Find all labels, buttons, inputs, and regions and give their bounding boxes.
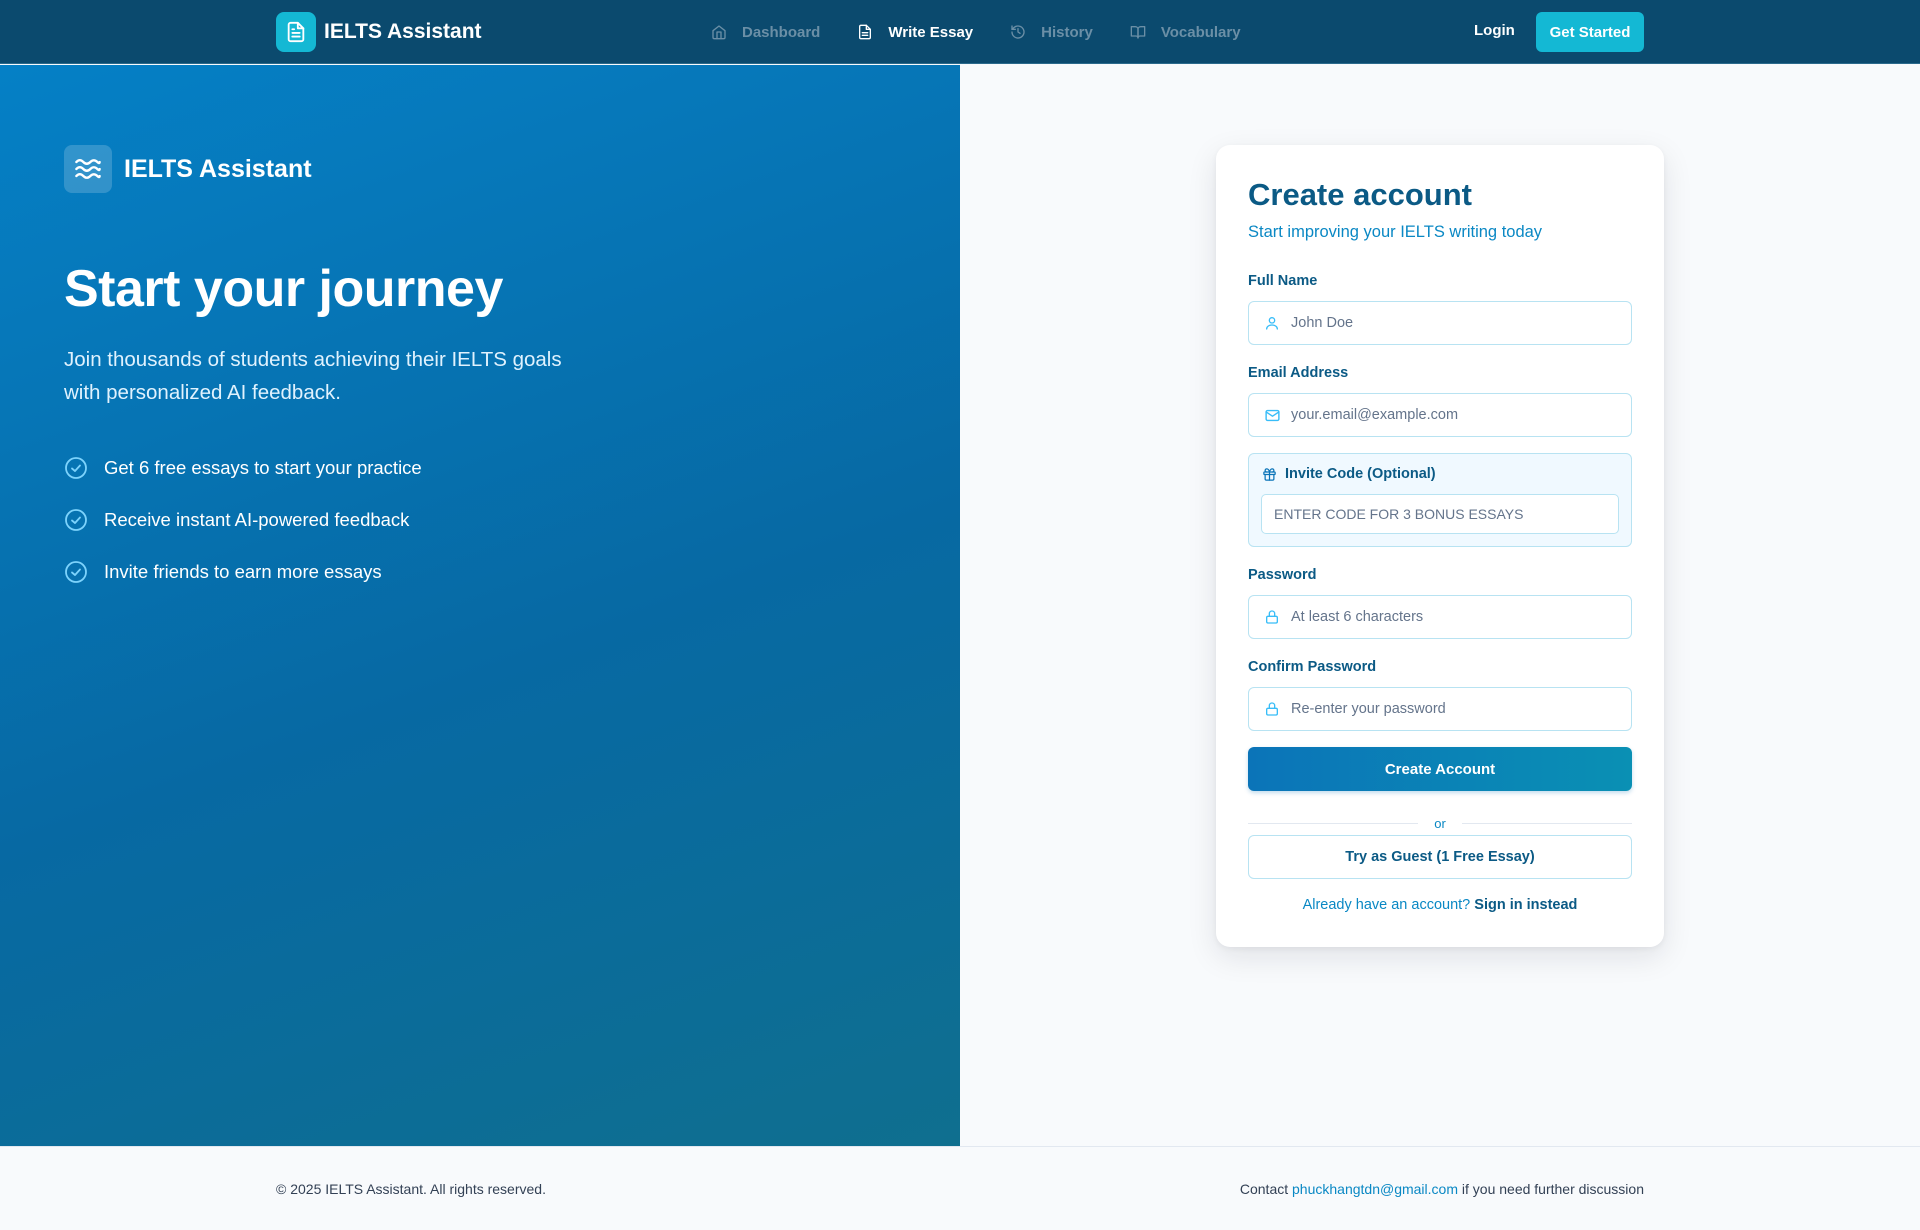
- nav-item-write-essay[interactable]: Write Essay: [856, 23, 973, 41]
- signin-prompt: Already have an account? Sign in instead: [1216, 897, 1664, 913]
- confirm-password-input[interactable]: [1291, 701, 1611, 717]
- divider-line: [1248, 822, 1419, 824]
- divider-line: [1461, 822, 1632, 824]
- nav-item-vocabulary[interactable]: Vocabulary: [1129, 23, 1241, 41]
- get-started-button[interactable]: Get Started: [1536, 12, 1644, 52]
- feature-item: Get 6 free essays to start your practice: [64, 453, 422, 483]
- login-link[interactable]: Login: [1474, 22, 1515, 39]
- full-name-input[interactable]: [1291, 315, 1611, 331]
- email-label: Email Address: [1248, 365, 1349, 381]
- invite-code-field[interactable]: [1261, 494, 1619, 534]
- form-subtitle: Start improving your IELTS writing today: [1248, 223, 1543, 241]
- password-field[interactable]: [1248, 595, 1632, 639]
- feature-text: Invite friends to earn more essays: [104, 561, 382, 582]
- history-icon: [1009, 23, 1027, 41]
- lock-icon: [1263, 608, 1281, 626]
- nav-item-history[interactable]: History: [1009, 23, 1093, 41]
- feature-item: Receive instant AI-powered feedback: [64, 505, 422, 535]
- invite-code-label: Invite Code (Optional): [1285, 466, 1436, 482]
- sign-in-link[interactable]: Sign in instead: [1474, 897, 1577, 913]
- gift-icon: [1261, 466, 1277, 482]
- book-icon: [1129, 23, 1147, 41]
- document-logo-icon: [276, 12, 316, 52]
- mail-icon: [1263, 406, 1281, 424]
- hero-title: Start your journey: [64, 260, 503, 318]
- invite-code-box: Invite Code (Optional): [1248, 453, 1632, 547]
- footer: © 2025 IELTS Assistant. All rights reser…: [0, 1146, 1920, 1230]
- home-icon: [710, 23, 728, 41]
- divider-text: or: [1434, 815, 1446, 831]
- hero-brand-name: IELTS Assistant: [124, 154, 312, 183]
- feature-text: Receive instant AI-powered feedback: [104, 509, 410, 530]
- top-navbar: IELTS Assistant Dashboard Write Essay Hi…: [0, 0, 1920, 64]
- main-nav: Dashboard Write Essay History Vocabulary: [710, 0, 1241, 64]
- hero-subtitle: Join thousands of students achieving the…: [64, 348, 562, 404]
- copyright-text: © 2025 IELTS Assistant. All rights reser…: [276, 1181, 546, 1197]
- waves-logo-icon: [64, 145, 112, 193]
- or-divider: or: [1248, 815, 1632, 831]
- email-input[interactable]: [1291, 407, 1611, 423]
- full-name-label: Full Name: [1248, 273, 1318, 289]
- nav-brand-name: IELTS Assistant: [324, 20, 482, 43]
- contact-suffix: if you need further discussion: [1461, 1181, 1644, 1197]
- nav-item-label: Vocabulary: [1160, 23, 1241, 41]
- lock-icon: [1263, 700, 1281, 718]
- contact-prefix: Contact: [1239, 1181, 1289, 1197]
- password-input[interactable]: [1291, 609, 1611, 625]
- form-title: Create account: [1248, 177, 1472, 212]
- full-name-field[interactable]: [1248, 301, 1632, 345]
- nav-item-label: Dashboard: [742, 23, 821, 41]
- document-icon: [856, 23, 874, 41]
- nav-item-label: History: [1041, 23, 1093, 41]
- password-label: Password: [1248, 567, 1317, 583]
- nav-item-dashboard[interactable]: Dashboard: [710, 23, 820, 41]
- check-circle-icon: [64, 560, 88, 584]
- contact-text: Contact phuckhangtdn@gmail.com if you ne…: [1240, 1181, 1644, 1197]
- try-as-guest-button[interactable]: Try as Guest (1 Free Essay): [1248, 835, 1632, 879]
- signin-prompt-text: Already have an account?: [1302, 897, 1471, 913]
- invite-code-header: Invite Code (Optional): [1261, 466, 1436, 482]
- nav-brand[interactable]: IELTS Assistant: [276, 12, 482, 52]
- user-icon: [1263, 314, 1281, 332]
- confirm-password-label: Confirm Password: [1248, 659, 1377, 675]
- create-account-button[interactable]: Create Account: [1248, 747, 1632, 791]
- check-circle-icon: [64, 508, 88, 532]
- register-card: Create account Start improving your IELT…: [1216, 145, 1664, 947]
- nav-item-label: Write Essay: [888, 23, 974, 41]
- feature-item: Invite friends to earn more essays: [64, 557, 422, 587]
- invite-code-input[interactable]: [1274, 506, 1604, 522]
- contact-email-link[interactable]: phuckhangtdn@gmail.com: [1292, 1181, 1458, 1197]
- check-circle-icon: [64, 456, 88, 480]
- hero-brand: IELTS Assistant: [64, 145, 312, 193]
- feature-list: Get 6 free essays to start your practice…: [64, 453, 422, 609]
- feature-text: Get 6 free essays to start your practice: [104, 457, 422, 478]
- hero-panel: IELTS Assistant Start your journey Join …: [0, 65, 960, 1146]
- confirm-password-field[interactable]: [1248, 687, 1632, 731]
- email-field[interactable]: [1248, 393, 1632, 437]
